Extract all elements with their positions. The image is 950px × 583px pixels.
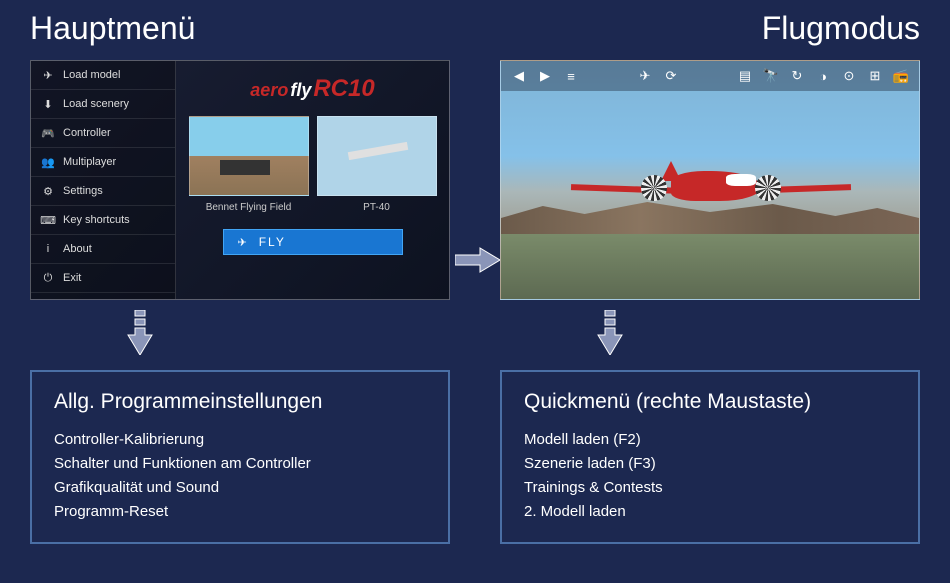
- refresh-icon[interactable]: ↻: [787, 66, 807, 86]
- download-icon: ⬇: [41, 97, 55, 111]
- arrow-down-right: [595, 310, 625, 355]
- sidebar-item-label: Multiplayer: [63, 156, 116, 168]
- model-image: [317, 116, 437, 196]
- back-icon[interactable]: ◀: [509, 66, 529, 86]
- thumbnail-row: Bennet Flying Field PT-40: [176, 116, 449, 219]
- infobox-quickmenu: Quickmenü (rechte Maustaste) Modell lade…: [500, 370, 920, 544]
- arrow-down-left: [125, 310, 155, 355]
- flight-toolbar: ◀ ▶ ≡ ✈ ⟳ ▤ 🔭 ↻ ◑ ⊙ ⊞ 📻: [501, 61, 919, 91]
- fly-button[interactable]: ✈ FLY: [223, 229, 403, 255]
- sidebar-item-settings[interactable]: ⚙ Settings: [31, 177, 175, 206]
- sidebar-item-label: Settings: [63, 185, 103, 197]
- infobox-title: Allg. Programmeinstellungen: [54, 390, 426, 414]
- infobox-title: Quickmenü (rechte Maustaste): [524, 390, 896, 414]
- logo-part: aero: [250, 80, 288, 101]
- sidebar-item-key-shortcuts[interactable]: ⌨ Key shortcuts: [31, 206, 175, 235]
- sidebar-item-controller[interactable]: 🎮 Controller: [31, 119, 175, 148]
- model-label: PT-40: [317, 196, 437, 219]
- mainmenu-sidebar: ✈ Load model ⬇ Load scenery 🎮 Controller…: [31, 61, 176, 299]
- binoculars-icon[interactable]: 🔭: [761, 66, 781, 86]
- aircraft-illustration: [581, 131, 841, 251]
- radio-icon[interactable]: 📻: [891, 66, 911, 86]
- list-item: Programm-Reset: [54, 500, 426, 524]
- infobox-list: Controller-Kalibrierung Schalter und Fun…: [54, 428, 426, 524]
- controller-icon: 🎮: [41, 126, 55, 140]
- scenery-image: [189, 116, 309, 196]
- play-icon[interactable]: ▶: [535, 66, 555, 86]
- power-icon: ⏻: [41, 271, 55, 285]
- sidebar-item-label: Load scenery: [63, 98, 129, 110]
- app-logo: aero fly RC10: [176, 61, 449, 116]
- infobox-program-settings: Allg. Programmeinstellungen Controller-K…: [30, 370, 450, 544]
- list-icon[interactable]: ▤: [735, 66, 755, 86]
- grid-icon[interactable]: ⊞: [865, 66, 885, 86]
- sidebar-item-label: Exit: [63, 272, 81, 284]
- gear-icon: ⚙: [41, 184, 55, 198]
- sidebar-item-load-model[interactable]: ✈ Load model: [31, 61, 175, 90]
- keyboard-icon: ⌨: [41, 213, 55, 227]
- model-thumbnail[interactable]: PT-40: [317, 116, 437, 219]
- heading-mainmenu: Hauptmenü: [30, 10, 195, 47]
- info-icon: i: [41, 242, 55, 256]
- sidebar-item-label: About: [63, 243, 92, 255]
- list-item: Grafikqualität und Sound: [54, 476, 426, 500]
- sidebar-item-multiplayer[interactable]: 👥 Multiplayer: [31, 148, 175, 177]
- sidebar-item-exit[interactable]: ⏻ Exit: [31, 264, 175, 293]
- mainmenu-content: aero fly RC10 Bennet Flying Field PT-40 …: [176, 61, 449, 299]
- list-item: Modell laden (F2): [524, 428, 896, 452]
- list-item: 2. Modell laden: [524, 500, 896, 524]
- sidebar-item-label: Controller: [63, 127, 111, 139]
- list-item: Szenerie laden (F3): [524, 452, 896, 476]
- airplane-icon: ✈: [238, 236, 249, 249]
- sidebar-item-load-scenery[interactable]: ⬇ Load scenery: [31, 90, 175, 119]
- list-item: Controller-Kalibrierung: [54, 428, 426, 452]
- flightmode-panel: ◀ ▶ ≡ ✈ ⟳ ▤ 🔭 ↻ ◑ ⊙ ⊞ 📻: [500, 60, 920, 300]
- infobox-list: Modell laden (F2) Szenerie laden (F3) Tr…: [524, 428, 896, 524]
- sidebar-item-label: Key shortcuts: [63, 214, 130, 226]
- airplane-icon[interactable]: ✈: [635, 66, 655, 86]
- heading-flightmode: Flugmodus: [762, 10, 920, 47]
- logo-part: RC10: [313, 75, 374, 103]
- menu-icon[interactable]: ≡: [561, 66, 581, 86]
- sidebar-item-about[interactable]: i About: [31, 235, 175, 264]
- target-icon[interactable]: ⊙: [839, 66, 859, 86]
- logo-part: fly: [290, 80, 311, 101]
- scenery-thumbnail[interactable]: Bennet Flying Field: [189, 116, 309, 219]
- list-item: Trainings & Contests: [524, 476, 896, 500]
- scenery-label: Bennet Flying Field: [189, 196, 309, 219]
- airplane-icon: ✈: [41, 68, 55, 82]
- reload-icon[interactable]: ⟳: [661, 66, 681, 86]
- fly-button-label: FLY: [259, 235, 286, 249]
- arrow-to-flightmode: [455, 245, 500, 275]
- contrast-icon[interactable]: ◑: [813, 66, 833, 86]
- sidebar-item-label: Load model: [63, 69, 121, 81]
- people-icon: 👥: [41, 155, 55, 169]
- list-item: Schalter und Funktionen am Controller: [54, 452, 426, 476]
- mainmenu-panel: ✈ Load model ⬇ Load scenery 🎮 Controller…: [30, 60, 450, 300]
